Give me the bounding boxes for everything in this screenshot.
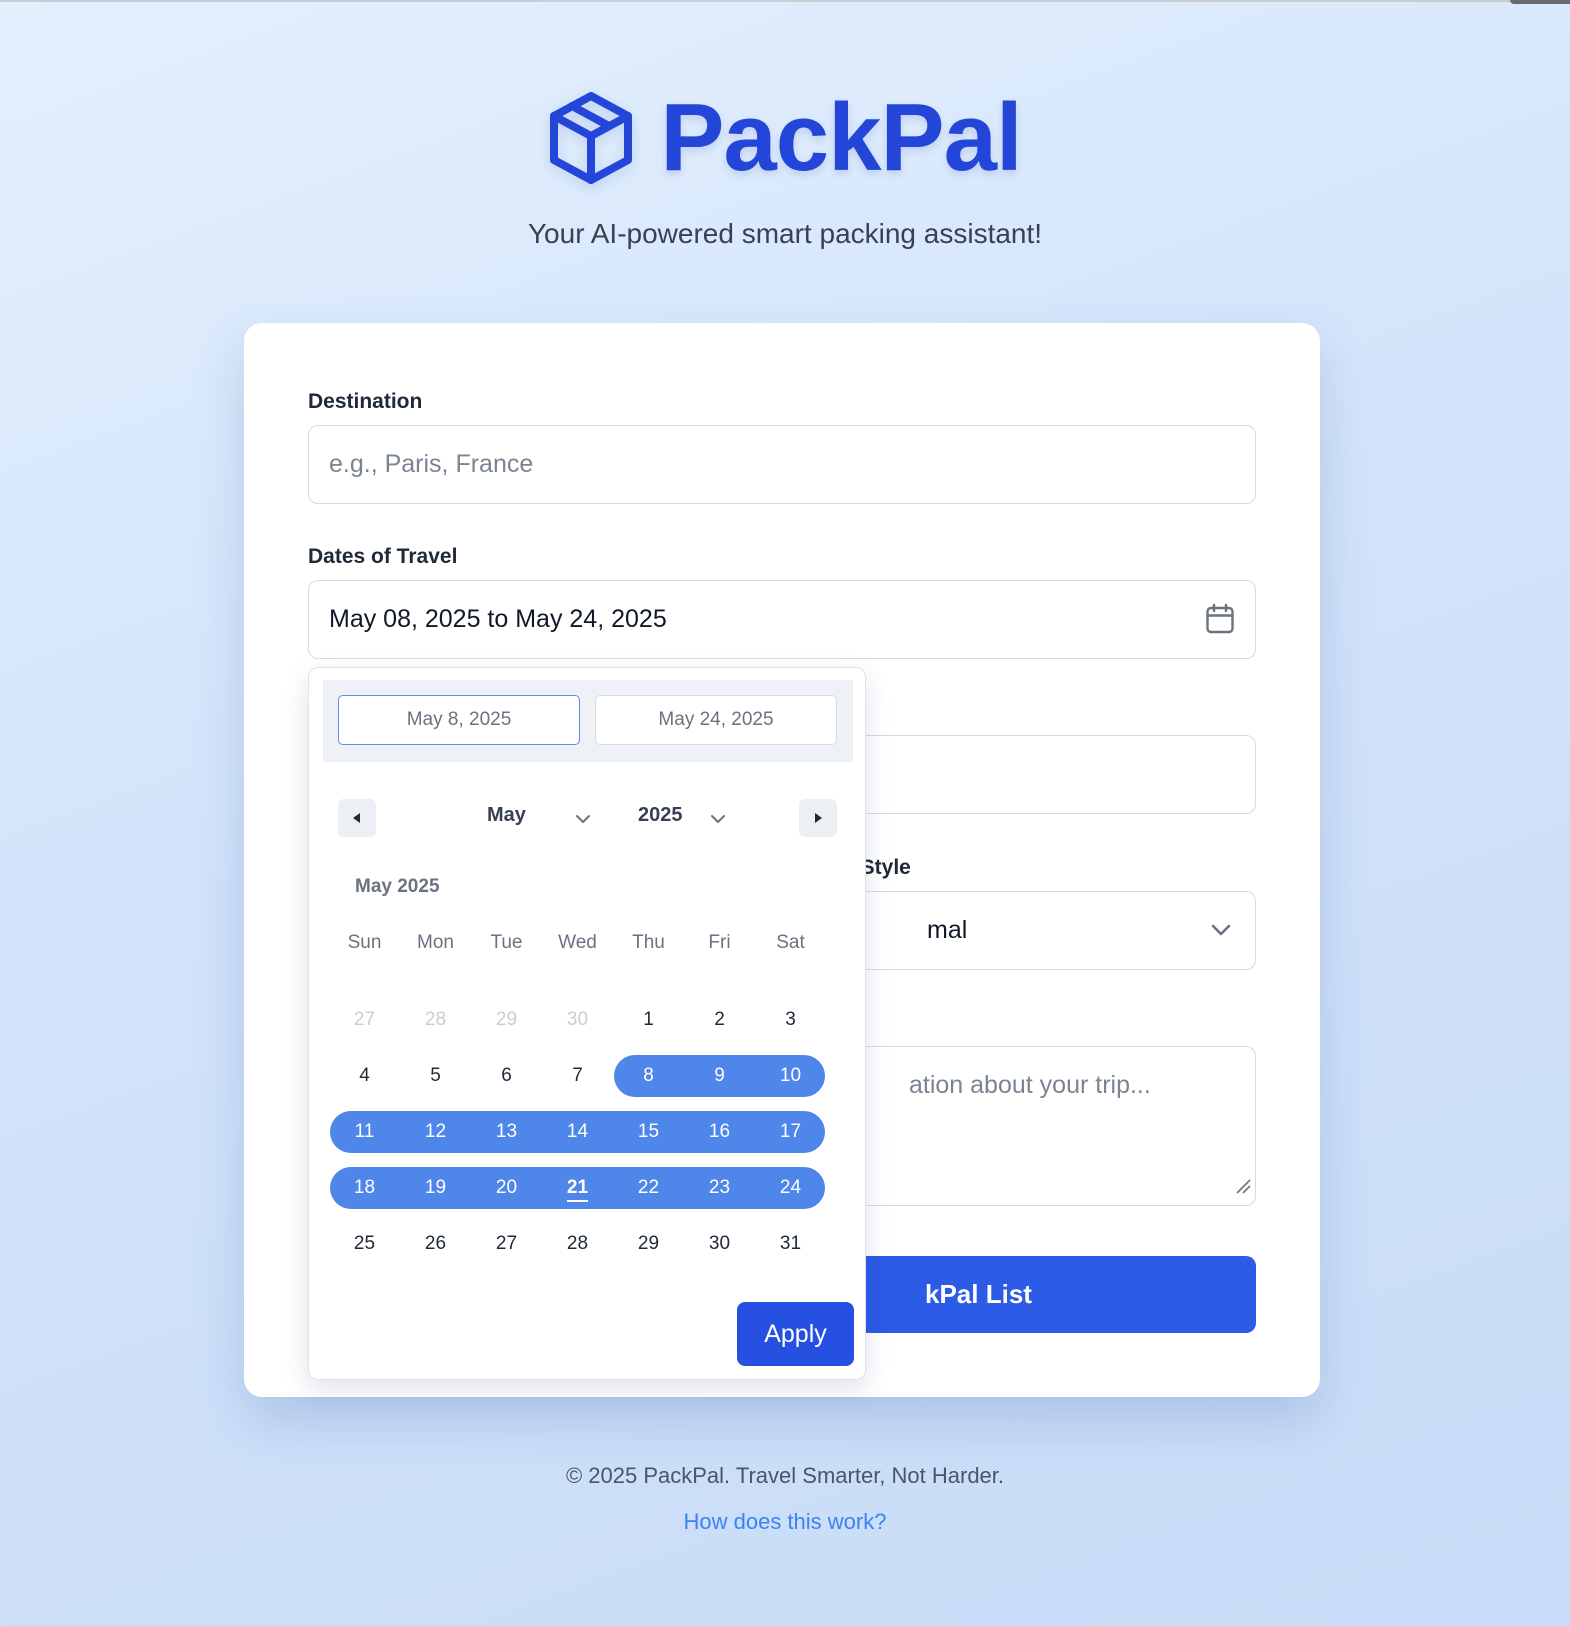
month-select[interactable]: May xyxy=(487,804,526,827)
generate-list-label: kPal List xyxy=(925,1279,1032,1309)
calendar-day-31[interactable]: 31 xyxy=(755,1223,826,1265)
year-select[interactable]: 2025 xyxy=(638,804,683,827)
chevron-down-icon xyxy=(710,812,726,830)
dates-value: May 08, 2025 to May 24, 2025 xyxy=(329,605,667,633)
calendar-day-10[interactable]: 10 xyxy=(755,1055,826,1097)
calendar-day-19[interactable]: 19 xyxy=(400,1167,471,1209)
calendar-day-13[interactable]: 13 xyxy=(471,1111,542,1153)
calendar-day-25[interactable]: 25 xyxy=(329,1223,400,1265)
calendar-day-20[interactable]: 20 xyxy=(471,1167,542,1209)
dates-input[interactable]: May 08, 2025 to May 24, 2025 xyxy=(308,580,1256,659)
calendar-day-7[interactable]: 7 xyxy=(542,1055,613,1097)
apply-button[interactable]: Apply xyxy=(737,1302,854,1366)
destination-label: Destination xyxy=(308,390,423,413)
start-date-input[interactable]: May 8, 2025 xyxy=(338,695,580,745)
calendar-day-17[interactable]: 17 xyxy=(755,1111,826,1153)
brand-header: PackPal xyxy=(0,88,1570,188)
calendar-day-16[interactable]: 16 xyxy=(684,1111,755,1153)
end-date-input[interactable]: May 24, 2025 xyxy=(595,695,837,745)
calendar-day-outside[interactable]: 27 xyxy=(329,999,400,1041)
weekday-tue: Tue xyxy=(490,932,523,953)
calendar-day-30[interactable]: 30 xyxy=(684,1223,755,1265)
calendar-day-outside[interactable]: 29 xyxy=(471,999,542,1041)
calendar-day-21[interactable]: 21 xyxy=(542,1167,613,1209)
calendar-icon[interactable] xyxy=(1205,603,1235,642)
copyright: © 2025 PackPal. Travel Smarter, Not Hard… xyxy=(565,1463,1005,1488)
notes-placeholder: ation about your trip... xyxy=(909,1071,1151,1099)
calendar-day-3[interactable]: 3 xyxy=(755,999,826,1041)
dates-label: Dates of Travel xyxy=(308,545,458,568)
brand-title: PackPal xyxy=(660,84,1022,191)
calendar-day-18[interactable]: 18 xyxy=(329,1167,400,1209)
calendar-day-27[interactable]: 27 xyxy=(471,1223,542,1265)
calendar-day-14[interactable]: 14 xyxy=(542,1111,613,1153)
date-range-picker: May 8, 2025 May 24, 2025 May 2025 May 20… xyxy=(308,667,866,1380)
calendar-day-outside[interactable]: 30 xyxy=(542,999,613,1041)
caret-right-icon xyxy=(815,813,822,823)
resize-grip-icon[interactable] xyxy=(1235,1172,1251,1201)
calendar-day-22[interactable]: 22 xyxy=(613,1167,684,1209)
month-caption: May 2025 xyxy=(355,876,440,897)
calendar-day-29[interactable]: 29 xyxy=(613,1223,684,1265)
weekday-sat: Sat xyxy=(776,932,805,953)
weekday-sun: Sun xyxy=(347,932,382,953)
calendar-day-2[interactable]: 2 xyxy=(684,999,755,1041)
destination-placeholder: e.g., Paris, France xyxy=(329,450,534,478)
destination-input[interactable]: e.g., Paris, France xyxy=(308,425,1256,504)
prev-month-button[interactable] xyxy=(338,799,376,837)
how-it-works-link[interactable]: How does this work? xyxy=(0,1509,1570,1535)
calendar-day-15[interactable]: 15 xyxy=(613,1111,684,1153)
package-box-icon xyxy=(548,90,634,186)
calendar-day-9[interactable]: 9 xyxy=(684,1055,755,1097)
caret-left-icon xyxy=(353,813,360,823)
calendar-day-24[interactable]: 24 xyxy=(755,1167,826,1209)
calendar-day-23[interactable]: 23 xyxy=(684,1167,755,1209)
calendar-day-28[interactable]: 28 xyxy=(542,1223,613,1265)
weekday-thu: Thu xyxy=(632,932,665,953)
chevron-down-icon xyxy=(1209,918,1233,949)
calendar-day-outside[interactable]: 28 xyxy=(400,999,471,1041)
calendar-day-11[interactable]: 11 xyxy=(329,1111,400,1153)
calendar-day-8[interactable]: 8 xyxy=(613,1055,684,1097)
calendar-day-26[interactable]: 26 xyxy=(400,1223,471,1265)
range-inputs: May 8, 2025 May 24, 2025 xyxy=(323,680,853,762)
packing-style-value: mal xyxy=(927,916,968,944)
calendar-day-1[interactable]: 1 xyxy=(613,999,684,1041)
window-top-border xyxy=(0,0,1570,2)
weekday-wed: Wed xyxy=(558,932,597,953)
next-month-button[interactable] xyxy=(799,799,837,837)
calendar-day-6[interactable]: 6 xyxy=(471,1055,542,1097)
tagline: Your AI-powered smart packing assistant! xyxy=(527,218,1043,249)
weekday-fri: Fri xyxy=(708,932,731,953)
weekday-mon: Mon xyxy=(417,932,454,953)
chevron-down-icon xyxy=(575,812,591,830)
window-corner xyxy=(1510,0,1570,4)
calendar-day-12[interactable]: 12 xyxy=(400,1111,471,1153)
calendar-day-5[interactable]: 5 xyxy=(400,1055,471,1097)
calendar-day-4[interactable]: 4 xyxy=(329,1055,400,1097)
